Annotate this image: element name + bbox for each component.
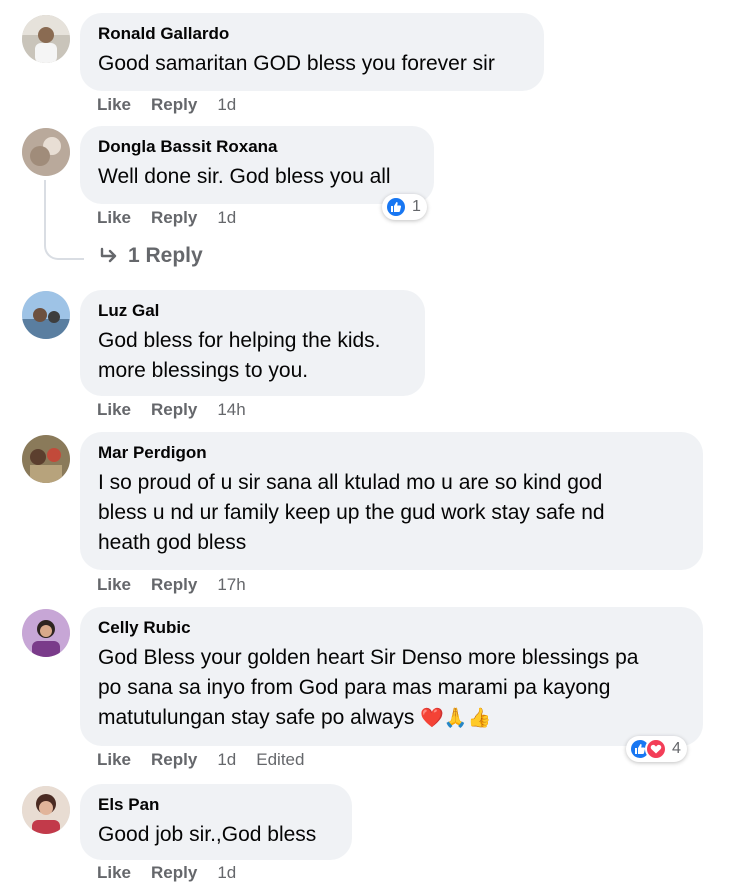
comment-text: I so proud of u sir sana all ktulad mo u… (98, 468, 685, 558)
comment-actions: Like Reply 17h (97, 574, 266, 596)
comment-timestamp[interactable]: 14h (217, 400, 245, 419)
like-button[interactable]: Like (97, 208, 131, 227)
comment-author[interactable]: Celly Rubic (98, 617, 685, 639)
reply-button[interactable]: Reply (151, 863, 197, 882)
reaction-summary[interactable]: 4 (626, 736, 687, 762)
view-replies-link[interactable]: 1 Reply (98, 244, 203, 268)
reply-button[interactable]: Reply (151, 575, 197, 594)
reply-button[interactable]: Reply (151, 400, 197, 419)
like-button[interactable]: Like (97, 95, 131, 114)
comment-author[interactable]: Mar Perdigon (98, 442, 685, 464)
avatar[interactable] (22, 609, 70, 657)
comment-bubble: Ronald Gallardo Good samaritan GOD bless… (80, 13, 544, 91)
comment-text: God bless for helping the kids. more ble… (98, 326, 407, 386)
comment-actions: Like Reply 1d (97, 862, 256, 884)
avatar[interactable] (22, 435, 70, 483)
comment-bubble: Celly Rubic God Bless your golden heart … (80, 607, 703, 746)
comment-actions: Like Reply 1d Edited (97, 749, 324, 771)
reply-arrow-icon (100, 247, 117, 263)
like-button[interactable]: Like (97, 400, 131, 419)
comment-bubble: Els Pan Good job sir.,God bless (80, 784, 352, 860)
comment-text-line: matutulungan stay safe po always ❤️🙏👍 (98, 703, 685, 734)
comment-actions: Like Reply 14h (97, 399, 266, 421)
comment-bubble: Luz Gal God bless for helping the kids. … (80, 290, 425, 396)
comment-bubble: Dongla Bassit Roxana Well done sir. God … (80, 126, 434, 204)
like-button[interactable]: Like (97, 750, 131, 769)
comment-bubble: Mar Perdigon I so proud of u sir sana al… (80, 432, 703, 570)
comment-author[interactable]: Els Pan (98, 794, 334, 816)
comment-actions: Like Reply 1d (97, 94, 256, 116)
comment-author[interactable]: Ronald Gallardo (98, 23, 526, 45)
reaction-summary[interactable]: 1 (382, 194, 427, 220)
reaction-count: 1 (412, 198, 421, 215)
edited-label[interactable]: Edited (256, 750, 304, 769)
comment-actions: Like Reply 1d (97, 207, 256, 229)
avatar[interactable] (22, 128, 70, 176)
comment-text-line: po sana sa inyo from God para mas marami… (98, 676, 611, 699)
comment-feed: Ronald Gallardo Good samaritan GOD bless… (0, 0, 750, 886)
comment-text: Well done sir. God bless you all (98, 165, 391, 188)
comment-text-line: heath god bless (98, 531, 247, 554)
comment-timestamp[interactable]: 17h (217, 575, 245, 594)
comment-author[interactable]: Dongla Bassit Roxana (98, 136, 416, 158)
comment-text-line: God bless for helping the kids. (98, 329, 381, 352)
reply-button[interactable]: Reply (151, 208, 197, 227)
avatar[interactable] (22, 291, 70, 339)
comment-text-line: I so proud of u sir sana all ktulad mo u… (98, 471, 603, 494)
comment-author[interactable]: Luz Gal (98, 300, 407, 322)
love-reaction-icon (645, 738, 667, 760)
comment-text-line: God Bless your golden heart Sir Denso mo… (98, 646, 639, 669)
comment-text: Good samaritan GOD bless you forever sir (98, 52, 495, 75)
comment-text-line: bless u nd ur family keep up the gud wor… (98, 501, 605, 524)
avatar[interactable] (22, 786, 70, 834)
comment-timestamp[interactable]: 1d (217, 863, 236, 882)
comment-text-line-content: matutulungan stay safe po always (98, 706, 415, 729)
avatar[interactable] (22, 15, 70, 63)
comment-timestamp[interactable]: 1d (217, 208, 236, 227)
view-replies-label: 1 Reply (128, 244, 203, 267)
thread-connector (44, 180, 84, 260)
like-reaction-icon (385, 196, 407, 218)
like-button[interactable]: Like (97, 575, 131, 594)
comment-text: God Bless your golden heart Sir Denso mo… (98, 643, 685, 734)
comment-timestamp[interactable]: 1d (217, 750, 236, 769)
emoji-group: ❤️🙏👍 (420, 708, 492, 729)
reply-button[interactable]: Reply (151, 750, 197, 769)
reply-button[interactable]: Reply (151, 95, 197, 114)
like-button[interactable]: Like (97, 863, 131, 882)
comment-text-line: more blessings to you. (98, 359, 309, 382)
comment-text: Good job sir.,God bless (98, 823, 317, 846)
comment-timestamp[interactable]: 1d (217, 95, 236, 114)
reaction-count: 4 (672, 740, 681, 757)
